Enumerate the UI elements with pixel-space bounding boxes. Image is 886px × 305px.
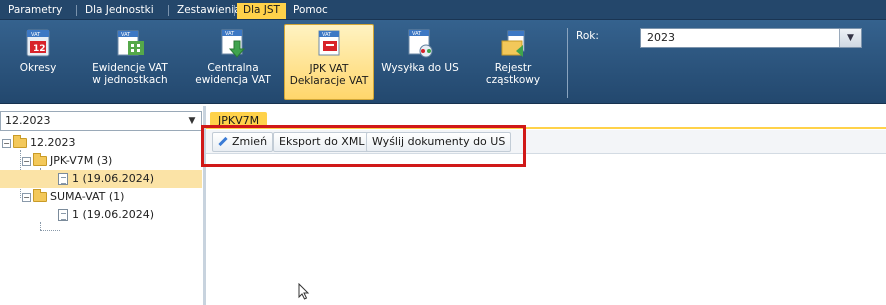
chevron-down-icon[interactable]: ▼ <box>183 112 201 130</box>
folder-icon <box>13 135 27 148</box>
ribbon-button-okresy[interactable]: VAT 12 Okresy <box>6 24 70 100</box>
year-label: Rok: <box>576 30 599 42</box>
tree-guide <box>40 222 41 230</box>
document-icon <box>58 209 68 221</box>
svg-text:VAT: VAT <box>31 32 41 38</box>
tree-node-suma-vat-document[interactable]: 1 (19.06.2024) <box>58 206 202 224</box>
ribbon-button-wysylka-do-us[interactable]: VAT Wysyłka do US <box>376 24 464 100</box>
document-icon <box>58 173 68 185</box>
tree-node-jpk-v7m-document[interactable]: 1 (19.06.2024) <box>0 170 202 188</box>
period-value: 12.2023 <box>5 114 51 127</box>
calendar-vat-icon: VAT 12 <box>21 27 55 59</box>
tree-node-label: 1 (19.06.2024) <box>72 208 155 221</box>
tree-node-period[interactable]: − 12.2023 <box>2 134 202 152</box>
tree-node-label: JPK-V7M (3) <box>50 154 113 167</box>
chevron-down-icon[interactable]: ▼ <box>839 29 861 47</box>
ribbon-button-jpk-vat[interactable]: VAT JPK VAT Deklaracje VAT <box>284 24 374 100</box>
partial-register-icon <box>496 27 530 59</box>
ribbon-separator <box>567 28 568 98</box>
vat-records-icon: VAT <box>113 27 147 59</box>
folder-icon <box>33 189 47 202</box>
collapse-icon[interactable]: − <box>22 192 31 202</box>
folder-icon <box>33 153 47 166</box>
ribbon-toolbar: VAT 12 Okresy VAT Ewidencje VAT w jednos… <box>0 20 886 104</box>
menu-parametry[interactable]: Parametry <box>2 3 68 19</box>
menu-zestawienia[interactable]: Zestawienia <box>171 3 247 19</box>
svg-text:VAT: VAT <box>412 31 422 37</box>
menu-separator <box>168 5 169 16</box>
menu-separator <box>76 5 77 16</box>
menu-separator <box>234 5 235 16</box>
svg-text:VAT: VAT <box>121 32 131 38</box>
menu-pomoc[interactable]: Pomoc <box>287 3 334 19</box>
tree-node-jpk-v7m[interactable]: − JPK-V7M (3) <box>22 152 202 170</box>
highlight-frame <box>201 125 526 167</box>
collapse-icon[interactable]: − <box>2 138 11 148</box>
period-select[interactable]: 12.2023 ▼ <box>0 111 202 131</box>
ribbon-button-ewidencje-vat[interactable]: VAT Ewidencje VAT w jednostkach <box>86 24 174 100</box>
tree-node-suma-vat[interactable]: − SUMA-VAT (1) <box>22 188 202 206</box>
tree-node-label: 1 (19.06.2024) <box>72 172 155 185</box>
send-to-us-icon: VAT <box>403 27 437 59</box>
ribbon-button-rejestr-czastkowy[interactable]: Rejestr cząstkowy <box>472 24 554 100</box>
menu-bar: Parametry Dla Jednostki Zestawienia Dla … <box>0 0 886 20</box>
jpk-vat-icon: VAT <box>312 28 346 60</box>
tree-node-label: SUMA-VAT (1) <box>50 190 125 203</box>
menu-dla-jst[interactable]: Dla JST <box>237 3 286 19</box>
year-value: 2023 <box>647 31 675 44</box>
menu-dla-jednostki[interactable]: Dla Jednostki <box>79 3 160 19</box>
tree-guide <box>40 230 60 231</box>
collapse-icon[interactable]: − <box>22 156 31 166</box>
svg-text:VAT: VAT <box>225 31 235 37</box>
svg-text:VAT: VAT <box>322 32 332 38</box>
central-vat-icon: VAT <box>216 27 250 59</box>
tree-node-label: 12.2023 <box>30 136 76 149</box>
year-select[interactable]: 2023 ▼ <box>640 28 862 48</box>
svg-text:12: 12 <box>33 44 46 54</box>
ribbon-button-centralna-ewidencja[interactable]: VAT Centralna ewidencja VAT <box>190 24 276 100</box>
